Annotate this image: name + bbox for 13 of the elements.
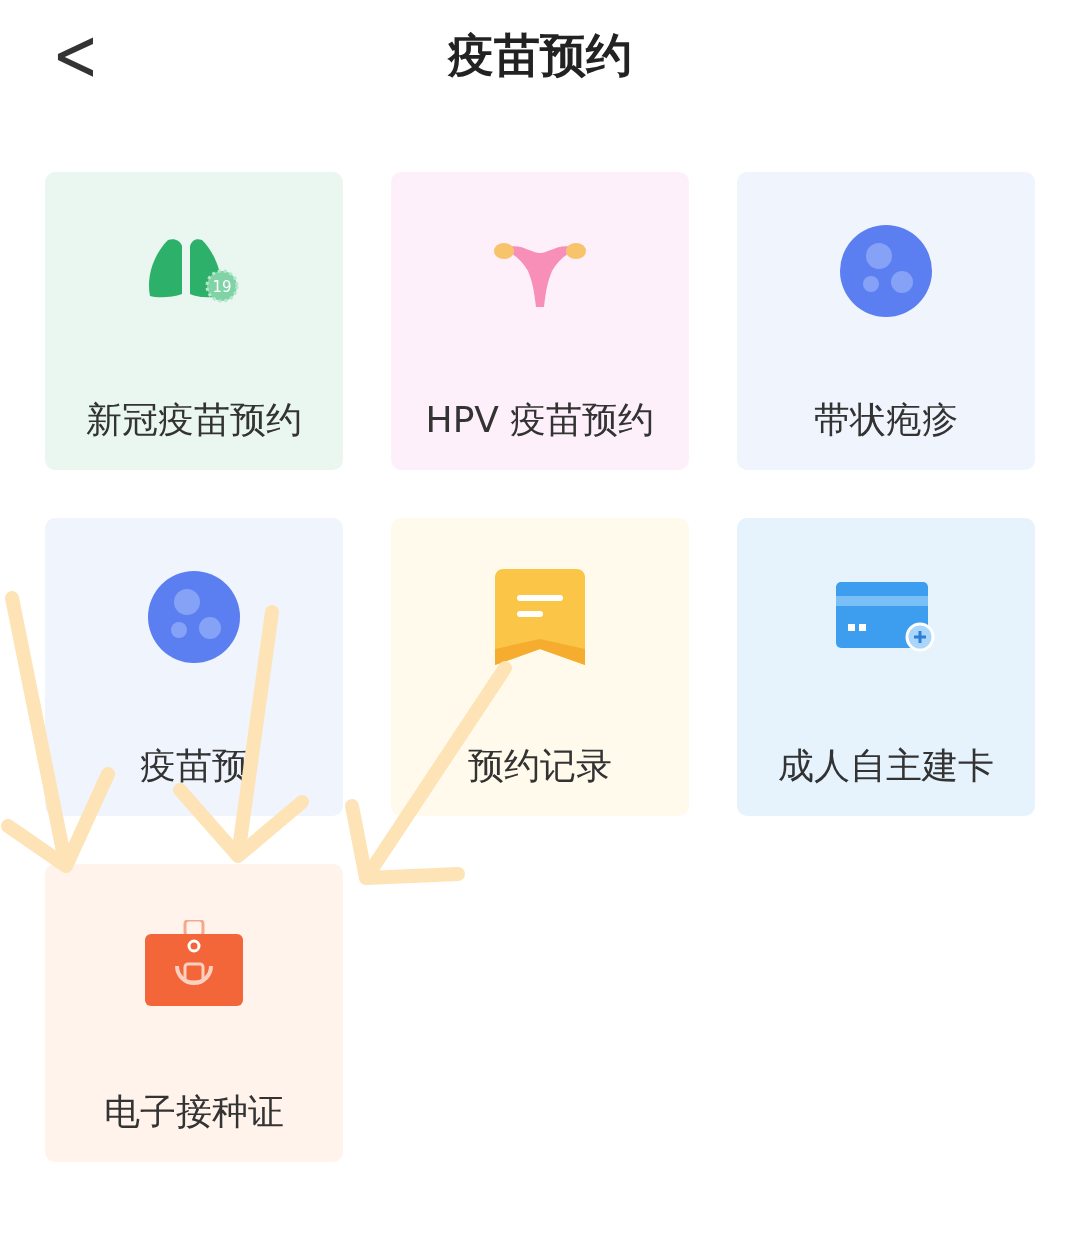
certificate-icon	[145, 920, 243, 1006]
bubble-icon	[147, 570, 241, 664]
vaccine-tile[interactable]: 19 新冠疫苗预约	[45, 172, 343, 470]
vaccine-tile[interactable]: 带状疱疹	[737, 172, 1035, 470]
vaccine-tile[interactable]: 电子接种证	[45, 864, 343, 1162]
message-icon	[495, 569, 585, 665]
vaccine-tile[interactable]: 预约记录	[391, 518, 689, 816]
vaccine-tile[interactable]: 成人自主建卡	[737, 518, 1035, 816]
page-title: 疫苗预约	[448, 27, 632, 84]
back-button[interactable]: <	[44, 12, 107, 97]
bubble-icon	[839, 224, 933, 318]
vaccine-tile[interactable]: HPV 疫苗预约	[391, 172, 689, 470]
card-add-icon	[836, 582, 936, 652]
